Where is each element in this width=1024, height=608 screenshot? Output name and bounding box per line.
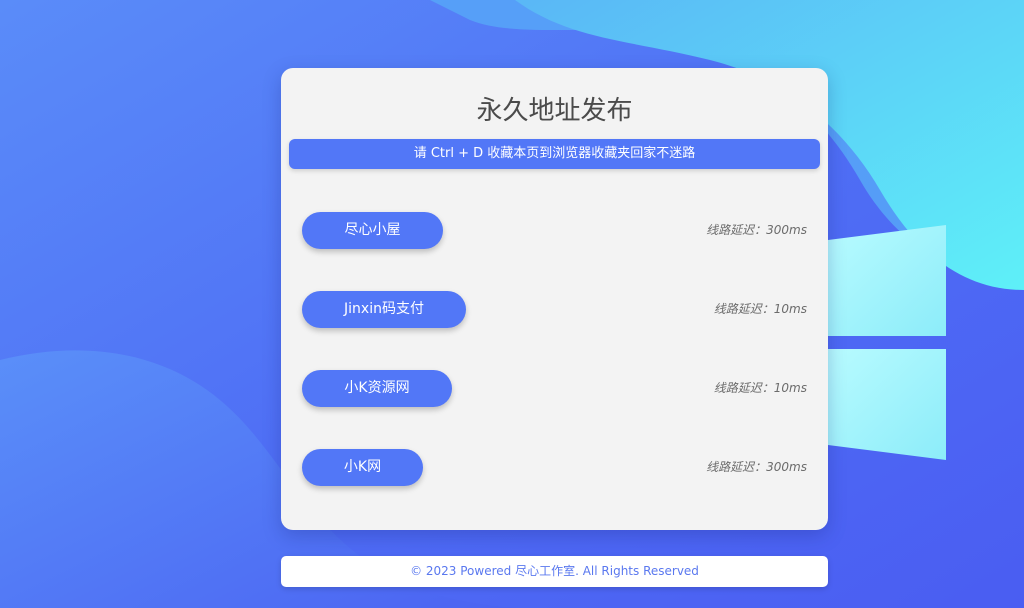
footer-copyright: © 2023 Powered 尽心工作室. All Rights Reserve… [281,556,828,587]
link-button-jinxin-pay[interactable]: Jinxin码支付 [302,291,466,328]
latency-label: 线路延迟：300ms [706,223,807,237]
link-button-jinxin-cabin[interactable]: 尽心小屋 [302,212,443,249]
address-card: 永久地址发布 请 Ctrl + D 收藏本页到浏览器收藏夹回家不迷路 尽心小屋 … [281,68,828,530]
link-row: 小K资源网 线路延迟：10ms [281,370,828,407]
bookmark-notice-banner: 请 Ctrl + D 收藏本页到浏览器收藏夹回家不迷路 [289,139,820,169]
latency-label: 线路延迟：300ms [706,460,807,474]
link-row: Jinxin码支付 线路延迟：10ms [281,291,828,328]
latency-label: 线路延迟：10ms [713,302,807,316]
page-title: 永久地址发布 [476,96,633,126]
link-row: 小K网 线路延迟：300ms [281,449,828,486]
latency-label: 线路延迟：10ms [713,381,807,395]
link-button-xiaok-net[interactable]: 小K网 [302,449,423,486]
link-button-xiaok-resources[interactable]: 小K资源网 [302,370,452,407]
link-row: 尽心小屋 线路延迟：300ms [281,212,828,249]
